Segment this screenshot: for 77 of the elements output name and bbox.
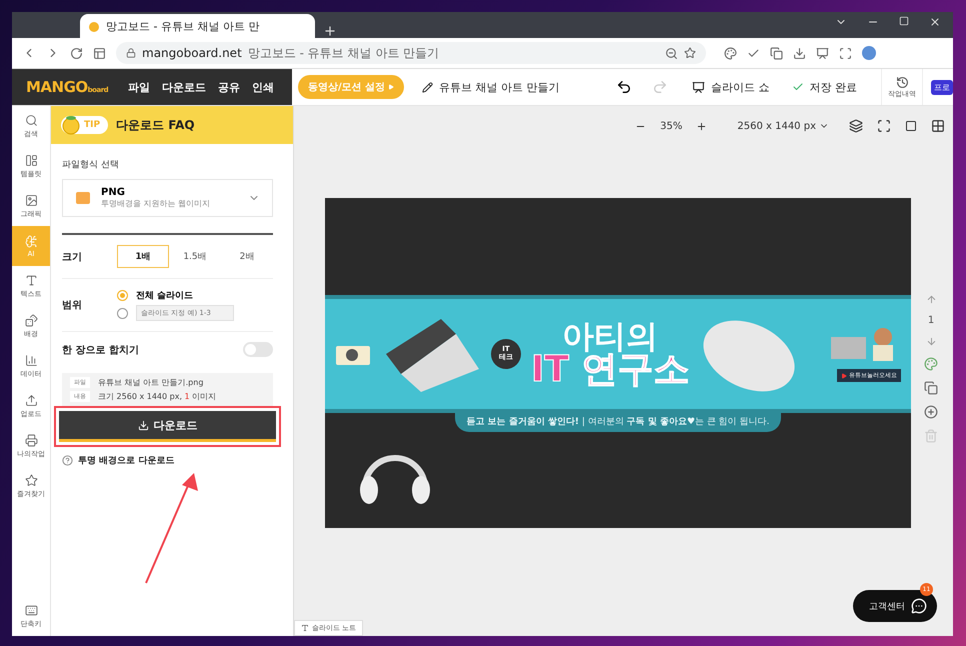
- mango-icon: [88, 20, 100, 32]
- play-icon: [388, 84, 394, 90]
- format-label: 파일형식 선택: [62, 159, 120, 171]
- reload-icon[interactable]: [70, 46, 83, 60]
- undo-icon[interactable]: [616, 79, 632, 95]
- menu-item[interactable]: 공유: [212, 80, 246, 94]
- search-icon: [24, 114, 38, 126]
- url-domain: mangoboard.net: [142, 46, 242, 60]
- question-icon: [62, 455, 73, 466]
- page-number: 1: [928, 315, 934, 326]
- graphic-icon: [24, 194, 38, 206]
- lock-icon: [126, 48, 136, 58]
- banner-subtitle: 듣고 보는 즐거움이 쌓인다! | 여러분의 구독 및 좋아요♥는 큰 힘이 됩니다.: [454, 410, 782, 432]
- keyboard-icon: [24, 604, 38, 616]
- menu-item[interactable]: 파일: [122, 80, 156, 94]
- close-icon[interactable]: [929, 16, 941, 28]
- address-bar[interactable]: mangoboard.net 망고보드 - 유튜브 채널 아트 만들기: [116, 42, 706, 64]
- size-label: 크기: [62, 250, 83, 264]
- tab-title: 망고보드 - 유튜브 채널 아트 만: [106, 18, 260, 34]
- radio-button[interactable]: [117, 308, 128, 318]
- text-icon: [24, 274, 38, 286]
- menu-item[interactable]: 인쇄: [246, 80, 280, 94]
- favorite-icon: [24, 474, 38, 486]
- download-icon: [138, 420, 148, 430]
- chat-icon: [911, 598, 927, 614]
- template-icon: [24, 154, 38, 166]
- fit-icon[interactable]: [877, 119, 891, 133]
- bookmark-icon[interactable]: [684, 47, 696, 59]
- range-label: 범위: [62, 299, 83, 312]
- help-link[interactable]: 투명 배경으로 다운로드: [62, 454, 273, 467]
- size-option[interactable]: 1배: [117, 245, 169, 268]
- upload-icon: [24, 394, 38, 406]
- radio-label: 전체 슬라이드: [136, 290, 194, 302]
- banner-title: IT 연구소: [531, 352, 690, 388]
- download-button[interactable]: 다운로드: [59, 411, 276, 442]
- new-tab-icon[interactable]: [323, 24, 337, 38]
- browser-tab[interactable]: 망고보드 - 유튜브 채널 아트 만: [80, 14, 315, 38]
- duplicate-icon[interactable]: [924, 381, 938, 395]
- format-select[interactable]: PNG 투명배경을 지원하는 웹이미지: [62, 179, 273, 217]
- play-icon: [841, 372, 847, 378]
- menu-item[interactable]: 다운로드: [156, 80, 212, 94]
- merge-label: 한 장으로 합치기: [62, 344, 139, 356]
- screen-icon[interactable]: [816, 46, 829, 60]
- panel-title: 다운로드 FAQ: [116, 116, 195, 134]
- merge-toggle[interactable]: [243, 342, 273, 357]
- screen-icon: [692, 80, 705, 94]
- add-page-icon[interactable]: [924, 405, 938, 419]
- layers-icon[interactable]: [849, 119, 863, 133]
- check-icon: [792, 81, 804, 93]
- file-icon: [75, 190, 91, 206]
- ai-icon: [24, 234, 38, 248]
- info-text: 크기 2560 x 1440 px, 1 이미지: [98, 391, 216, 402]
- text-icon: [301, 624, 309, 632]
- banner-title: 아티의: [562, 320, 658, 352]
- pencil-icon: [422, 82, 434, 92]
- plan-button[interactable]: 프로: [931, 80, 953, 94]
- page-icon[interactable]: [905, 120, 917, 132]
- capture-icon[interactable]: [839, 46, 852, 60]
- url-title: 망고보드 - 유튜브 채널 아트 만들기: [248, 44, 440, 62]
- page-icon[interactable]: [93, 46, 106, 60]
- download-icon[interactable]: [793, 46, 806, 60]
- maximize-icon[interactable]: [899, 16, 909, 26]
- radio-button[interactable]: [117, 290, 128, 301]
- document-title[interactable]: 유튜브 채널 아트 만들기: [414, 80, 568, 94]
- info-text: 유튜브 채널 아트 만들기.png: [98, 377, 204, 388]
- save-status: 저장 완료: [810, 80, 857, 94]
- data-icon: [24, 354, 38, 366]
- grid-icon[interactable]: [931, 119, 945, 133]
- canvas-size-select[interactable]: 2560 x 1440 px: [731, 120, 835, 132]
- history-icon: [896, 76, 908, 88]
- zoom-level: 35%: [660, 120, 682, 132]
- help-center-button[interactable]: 고객센터: [853, 590, 937, 622]
- profile-avatar-icon[interactable]: [862, 46, 876, 60]
- zoom-icon[interactable]: [665, 46, 678, 60]
- slideshow-button[interactable]: 슬라이드 쇼: [684, 80, 778, 94]
- extension-icon[interactable]: [724, 46, 737, 60]
- zoom-in-icon[interactable]: [696, 120, 708, 132]
